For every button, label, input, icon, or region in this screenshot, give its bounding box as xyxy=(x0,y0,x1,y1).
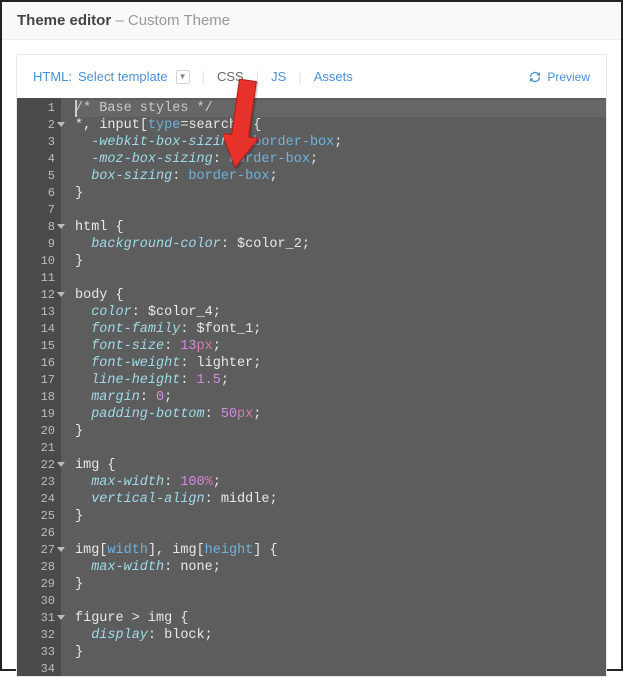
line-number: 34 xyxy=(17,661,55,676)
code-line[interactable]: body { xyxy=(75,287,606,304)
code-line[interactable]: } xyxy=(75,423,606,440)
line-number: 31 xyxy=(17,610,55,627)
divider: | xyxy=(202,69,205,84)
code-line[interactable]: } xyxy=(75,508,606,525)
code-line[interactable] xyxy=(75,202,606,219)
code-line[interactable]: max-width: none; xyxy=(75,559,606,576)
code-line[interactable] xyxy=(75,440,606,457)
line-number: 24 xyxy=(17,491,55,508)
code-line[interactable]: img { xyxy=(75,457,606,474)
line-number: 22 xyxy=(17,457,55,474)
code-line[interactable]: line-height: 1.5; xyxy=(75,372,606,389)
line-number: 1 xyxy=(17,100,55,117)
tab-assets[interactable]: Assets xyxy=(314,69,353,84)
line-number: 21 xyxy=(17,440,55,457)
code-line[interactable]: } xyxy=(75,644,606,661)
active-line-highlight xyxy=(75,100,606,117)
line-number: 33 xyxy=(17,644,55,661)
code-line[interactable]: html { xyxy=(75,219,606,236)
code-line[interactable]: background-color: $color_2; xyxy=(75,236,606,253)
code-line[interactable] xyxy=(75,270,606,287)
code-line[interactable] xyxy=(75,593,606,610)
code-line[interactable]: padding-bottom: 50px; xyxy=(75,406,606,423)
code-line[interactable]: } xyxy=(75,576,606,593)
code-line[interactable]: box-sizing: border-box; xyxy=(75,168,606,185)
line-number-gutter: 1234567891011121314151617181920212223242… xyxy=(17,98,61,676)
code-line[interactable]: } xyxy=(75,253,606,270)
code-line[interactable] xyxy=(75,661,606,676)
line-number: 27 xyxy=(17,542,55,559)
code-line[interactable]: *, input[type=search] { xyxy=(75,117,606,134)
code-line[interactable]: max-width: 100%; xyxy=(75,474,606,491)
code-line[interactable]: font-size: 13px; xyxy=(75,338,606,355)
line-number: 4 xyxy=(17,151,55,168)
line-number: 29 xyxy=(17,576,55,593)
line-number: 14 xyxy=(17,321,55,338)
line-number: 16 xyxy=(17,355,55,372)
code-line[interactable]: -moz-box-sizing: border-box; xyxy=(75,151,606,168)
preview-label: Preview xyxy=(547,70,590,84)
tab-js[interactable]: JS xyxy=(271,69,286,84)
code-line[interactable]: figure > img { xyxy=(75,610,606,627)
page-header: Theme editor – Custom Theme xyxy=(2,2,621,40)
line-number: 10 xyxy=(17,253,55,270)
line-number: 17 xyxy=(17,372,55,389)
line-number: 7 xyxy=(17,202,55,219)
line-number: 13 xyxy=(17,304,55,321)
line-number: 6 xyxy=(17,185,55,202)
line-number: 12 xyxy=(17,287,55,304)
code-line[interactable]: -webkit-box-sizing: border-box; xyxy=(75,134,606,151)
line-number: 5 xyxy=(17,168,55,185)
line-number: 8 xyxy=(17,219,55,236)
divider: | xyxy=(256,69,259,84)
code-line[interactable] xyxy=(75,525,606,542)
line-number: 11 xyxy=(17,270,55,287)
code-line[interactable]: } xyxy=(75,185,606,202)
line-number: 3 xyxy=(17,134,55,151)
code-line[interactable]: color: $color_4; xyxy=(75,304,606,321)
code-content[interactable]: /* Base styles */*, input[type=search] {… xyxy=(75,98,606,676)
line-number: 28 xyxy=(17,559,55,576)
editor-toolbar: HTML: Select template ▼ | CSS | JS | Ass… xyxy=(17,55,606,98)
code-line[interactable]: font-family: $font_1; xyxy=(75,321,606,338)
line-number: 23 xyxy=(17,474,55,491)
line-number: 30 xyxy=(17,593,55,610)
line-number: 2 xyxy=(17,117,55,134)
html-label: HTML: xyxy=(33,69,72,84)
page-subtitle: – Custom Theme xyxy=(115,12,230,29)
code-line[interactable]: display: block; xyxy=(75,627,606,644)
code-line[interactable]: font-weight: lighter; xyxy=(75,355,606,372)
chevron-down-icon: ▼ xyxy=(176,70,190,84)
preview-button[interactable]: Preview xyxy=(529,70,590,84)
line-number: 19 xyxy=(17,406,55,423)
line-number: 20 xyxy=(17,423,55,440)
line-number: 18 xyxy=(17,389,55,406)
code-line[interactable]: img[width], img[height] { xyxy=(75,542,606,559)
code-editor[interactable]: 1234567891011121314151617181920212223242… xyxy=(17,98,606,676)
line-number: 25 xyxy=(17,508,55,525)
code-line[interactable]: margin: 0; xyxy=(75,389,606,406)
code-line[interactable]: vertical-align: middle; xyxy=(75,491,606,508)
tab-css[interactable]: CSS xyxy=(217,69,244,84)
select-template-dropdown[interactable]: Select template ▼ xyxy=(78,69,190,84)
page-title: Theme editor xyxy=(17,12,111,29)
select-template-label: Select template xyxy=(78,69,168,84)
line-number: 26 xyxy=(17,525,55,542)
refresh-icon xyxy=(529,71,541,83)
line-number: 15 xyxy=(17,338,55,355)
editor-panel: HTML: Select template ▼ | CSS | JS | Ass… xyxy=(16,54,607,677)
line-number: 32 xyxy=(17,627,55,644)
divider: | xyxy=(298,69,301,84)
line-number: 9 xyxy=(17,236,55,253)
